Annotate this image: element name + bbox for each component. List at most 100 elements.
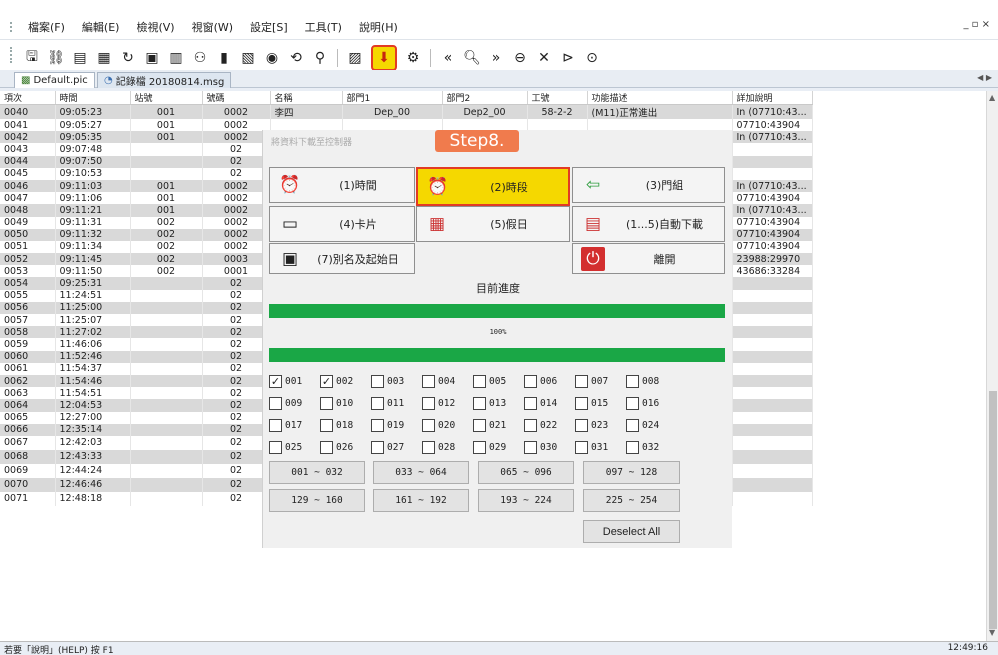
tab-default-pic[interactable]: ▩ Default.pic <box>14 72 95 88</box>
circle-back-icon[interactable]: ⊖ <box>510 48 530 68</box>
scroll-thumb[interactable] <box>989 391 997 629</box>
image-icon[interactable]: ▨ <box>345 48 365 68</box>
menu-item[interactable]: 編輯(E) <box>82 19 120 35</box>
filter-icon[interactable]: ⚲ <box>310 48 330 68</box>
controller-checkbox[interactable]: 032 <box>626 440 677 454</box>
range-button[interactable]: 193 ~ 224 <box>478 489 574 512</box>
column-header[interactable]: 時間 <box>55 91 131 105</box>
search-icon[interactable]: 🔍︎ <box>462 48 482 68</box>
card-button[interactable]: ▭ (4)卡片 <box>269 206 415 242</box>
controller-checkbox[interactable]: 011 <box>371 396 422 410</box>
controller-checkbox[interactable]: 019 <box>371 418 422 432</box>
alias-button[interactable]: ▣ (7)別名及起始日 <box>269 243 415 274</box>
column-header[interactable]: 站號 <box>130 91 203 105</box>
column-header[interactable]: 功能描述 <box>587 91 733 105</box>
controller-checkbox[interactable]: 010 <box>320 396 371 410</box>
checkbox-box[interactable] <box>626 440 639 454</box>
tab-scroll-arrows[interactable]: ◀ ▶ <box>977 73 992 82</box>
checkbox-box[interactable] <box>575 396 588 410</box>
checkbox-box[interactable] <box>626 418 639 432</box>
controller-checkbox[interactable]: 004 <box>422 374 473 388</box>
controller-checkbox[interactable]: 013 <box>473 396 524 410</box>
deselect-all-button[interactable]: Deselect All <box>583 520 680 543</box>
checkbox-box[interactable] <box>371 396 384 410</box>
checkbox-box[interactable] <box>371 440 384 454</box>
door-icon[interactable]: ▮ <box>214 48 234 68</box>
controller-checkbox[interactable]: 016 <box>626 396 677 410</box>
checkbox-box[interactable] <box>371 418 384 432</box>
controller-checkbox[interactable]: 015 <box>575 396 626 410</box>
scroll-down-icon[interactable]: ▼ <box>989 628 995 637</box>
checkbox-box[interactable] <box>524 396 537 410</box>
controller-checkbox[interactable]: 026 <box>320 440 371 454</box>
controller-checkbox[interactable]: ✓ 001 <box>269 374 320 388</box>
checkbox-box[interactable] <box>473 374 486 388</box>
controller-checkbox[interactable]: 030 <box>524 440 575 454</box>
controller-checkbox[interactable]: 003 <box>371 374 422 388</box>
vertical-scrollbar[interactable]: ▲ ▼ <box>986 91 998 641</box>
gear-icon[interactable]: ⚙ <box>403 48 423 68</box>
menu-item[interactable]: 檔案(F) <box>28 19 65 35</box>
controller-checkbox[interactable]: ✓ 002 <box>320 374 371 388</box>
range-button[interactable]: 225 ~ 254 <box>583 489 680 512</box>
calendar-grid-icon[interactable]: ▣ <box>142 48 162 68</box>
column-header[interactable]: 部門1 <box>342 91 443 105</box>
checkmark-icon[interactable]: ✓ <box>269 374 282 388</box>
controller-checkbox[interactable]: 018 <box>320 418 371 432</box>
column-header[interactable]: 名稱 <box>270 91 343 105</box>
controller-checkbox[interactable]: 009 <box>269 396 320 410</box>
checkbox-box[interactable] <box>320 418 333 432</box>
column-header[interactable]: 部門2 <box>442 91 528 105</box>
record-icon[interactable]: ⊙ <box>582 48 602 68</box>
play-icon[interactable]: ⊳ <box>558 48 578 68</box>
refresh-icon[interactable]: ⟲ <box>286 48 306 68</box>
checkbox-box[interactable] <box>473 440 486 454</box>
checkbox-box[interactable] <box>269 440 282 454</box>
exit-button[interactable]: ⏻ 離開 <box>572 243 725 274</box>
controller-checkbox[interactable]: 029 <box>473 440 524 454</box>
form-icon[interactable]: ▧ <box>238 48 258 68</box>
controller-checkbox[interactable]: 017 <box>269 418 320 432</box>
door-group-button[interactable]: ⇦ (3)門組 <box>572 167 725 203</box>
checkbox-box[interactable] <box>422 374 435 388</box>
camera-icon[interactable]: ◉ <box>262 48 282 68</box>
menu-item[interactable]: 說明(H) <box>359 19 398 35</box>
checkbox-box[interactable] <box>422 418 435 432</box>
column-header[interactable]: 詳加說明 <box>732 91 813 105</box>
controller-checkbox[interactable]: 007 <box>575 374 626 388</box>
scroll-up-icon[interactable]: ▲ <box>989 93 995 102</box>
pin-icon[interactable]: ✕ <box>534 48 554 68</box>
checkbox-box[interactable] <box>473 418 486 432</box>
tab-log-file[interactable]: ◔ 記錄檔 20180814.msg <box>97 72 232 88</box>
checkbox-box[interactable] <box>524 374 537 388</box>
checkbox-box[interactable] <box>626 396 639 410</box>
range-button[interactable]: 001 ~ 032 <box>269 461 365 484</box>
controller-checkbox[interactable]: 008 <box>626 374 677 388</box>
timezone-button[interactable]: ⏰ (2)時段 <box>416 167 570 206</box>
calendar-icon[interactable]: ▦ <box>94 48 114 68</box>
link-icon[interactable]: ⛓ <box>46 48 66 68</box>
holiday-button[interactable]: ▦ (5)假日 <box>416 206 570 242</box>
column-header[interactable]: 工號 <box>527 91 588 105</box>
controller-checkbox[interactable]: 021 <box>473 418 524 432</box>
checkmark-icon[interactable]: ✓ <box>320 374 333 388</box>
auto-download-button[interactable]: ▤ (1...5)自動下載 <box>572 206 725 242</box>
chart-icon[interactable]: ▥ <box>166 48 186 68</box>
menu-item[interactable]: 檢視(V) <box>136 19 174 35</box>
checkbox-box[interactable] <box>320 396 333 410</box>
controller-checkbox[interactable]: 025 <box>269 440 320 454</box>
checkbox-box[interactable] <box>524 418 537 432</box>
doc-icon[interactable]: ▤ <box>70 48 90 68</box>
range-button[interactable]: 033 ~ 064 <box>373 461 469 484</box>
controller-checkbox[interactable]: 006 <box>524 374 575 388</box>
column-header[interactable]: 號碼 <box>202 91 271 105</box>
checkbox-box[interactable] <box>320 440 333 454</box>
table-row[interactable]: 0040 09:05:23 001 0002 李四 Dep_00 Dep2_00 58-2-2… <box>0 104 813 119</box>
checkbox-box[interactable] <box>575 440 588 454</box>
window-controls[interactable]: _ ▫ × <box>963 19 990 30</box>
checkbox-box[interactable] <box>626 374 639 388</box>
rewind-icon[interactable]: « <box>438 48 458 68</box>
time-button[interactable]: ⏰ (1)時間 <box>269 167 415 203</box>
column-header[interactable]: 項次 <box>0 91 56 105</box>
menu-item[interactable]: 視窗(W) <box>192 19 233 35</box>
